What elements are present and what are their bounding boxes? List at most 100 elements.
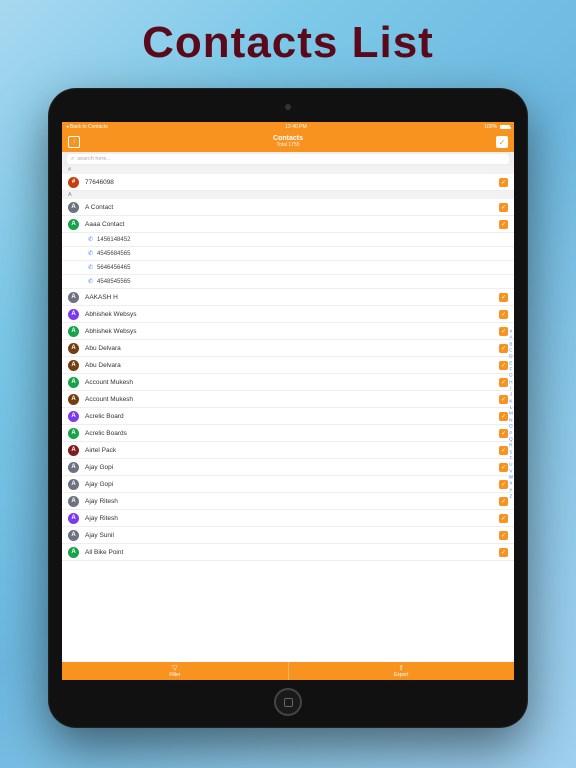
contact-row[interactable]: AAaaa Contact✓ <box>62 216 514 233</box>
index-letter[interactable]: H <box>509 379 513 385</box>
index-letter[interactable]: Q <box>509 436 513 442</box>
index-letter[interactable]: W <box>509 475 513 481</box>
check-icon[interactable]: ✓ <box>499 293 508 302</box>
index-letter[interactable]: X <box>509 481 513 487</box>
nav-subtitle: Total 1755 <box>273 143 303 149</box>
avatar: A <box>68 326 79 337</box>
check-icon[interactable]: ✓ <box>499 446 508 455</box>
phone-row[interactable]: ✆ 1456148452 <box>62 233 514 247</box>
index-letter[interactable]: O <box>509 424 513 430</box>
check-icon[interactable]: ✓ <box>499 480 508 489</box>
contact-name: Abhishek Websys <box>85 328 493 335</box>
contact-name: 77646098 <box>85 179 493 186</box>
contact-row[interactable]: #77646098 ✓ <box>62 174 514 191</box>
check-icon[interactable]: ✓ <box>499 178 508 187</box>
contact-row[interactable]: AAirtel Pack✓ <box>62 442 514 459</box>
filter-icon: ▽ <box>172 665 177 672</box>
search-input[interactable]: ⌕ search here... <box>67 154 509 164</box>
app-screen: ◂ Back to Contacts 12:40 PM 100% ↕ Conta… <box>62 122 514 680</box>
sort-icon: ↕ <box>73 139 76 145</box>
contact-row[interactable]: AA Contact✓ <box>62 199 514 216</box>
contact-row[interactable]: A Abhishek Websys ✓ <box>62 323 514 340</box>
contact-row[interactable]: AAjay Gopi✓ <box>62 476 514 493</box>
index-letter[interactable]: E <box>509 360 513 366</box>
home-button[interactable] <box>274 688 302 716</box>
index-letter[interactable]: S <box>509 449 513 455</box>
check-icon[interactable]: ✓ <box>499 220 508 229</box>
contact-row[interactable]: AAjay Ritesh✓ <box>62 510 514 527</box>
contact-row[interactable]: AAbu Delvara✓ <box>62 357 514 374</box>
status-time: 12:40 PM <box>285 124 306 130</box>
index-letter[interactable]: V <box>509 468 513 474</box>
check-icon[interactable]: ✓ <box>499 548 508 557</box>
contact-row[interactable]: AAccount Mukesh✓ <box>62 391 514 408</box>
contact-row[interactable]: AAcrelic Board✓ <box>62 408 514 425</box>
filter-button[interactable]: ▽ Filter <box>62 662 288 680</box>
contact-row[interactable]: AAjay Ritesh✓ <box>62 493 514 510</box>
contacts-list[interactable]: ##77646098✓AAA Contact✓AAaaa Contact✓✆14… <box>62 166 514 662</box>
index-letter[interactable]: C <box>509 348 513 354</box>
index-letter[interactable]: B <box>509 341 513 347</box>
contact-row[interactable]: AAjay Gopi✓ <box>62 459 514 476</box>
check-icon[interactable]: ✓ <box>499 378 508 387</box>
alpha-index[interactable]: #ABCDEFGHIJKLMNOPQRSTUVWXYZ <box>509 329 513 500</box>
check-icon[interactable]: ✓ <box>499 327 508 336</box>
index-letter[interactable]: J <box>509 392 513 398</box>
index-letter[interactable]: I <box>509 386 513 392</box>
contact-name: Ajay Gopi <box>85 481 493 488</box>
index-letter[interactable]: P <box>509 430 513 436</box>
contact-name: Acrelic Boards <box>85 430 493 437</box>
search-icon: ⌕ <box>71 156 74 163</box>
check-icon[interactable]: ✓ <box>499 531 508 540</box>
index-letter[interactable]: T <box>509 455 513 461</box>
phone-row[interactable]: ✆4548545565 <box>62 275 514 289</box>
check-icon[interactable]: ✓ <box>499 429 508 438</box>
section-header: # <box>62 166 514 174</box>
tablet-frame: ◂ Back to Contacts 12:40 PM 100% ↕ Conta… <box>48 88 528 728</box>
select-all-button[interactable]: ✓ <box>496 136 508 148</box>
export-button[interactable]: ⇪ Export <box>288 662 514 680</box>
index-letter[interactable]: Z <box>509 494 513 500</box>
index-letter[interactable]: K <box>509 398 513 404</box>
sort-button[interactable]: ↕ <box>68 136 80 148</box>
status-bar: ◂ Back to Contacts 12:40 PM 100% <box>62 122 514 132</box>
phone-row[interactable]: ✆5646456465 <box>62 261 514 275</box>
avatar: # <box>68 177 79 188</box>
index-letter[interactable]: # <box>509 329 513 335</box>
index-letter[interactable]: A <box>509 335 513 341</box>
index-letter[interactable]: N <box>509 417 513 423</box>
phone-icon: ✆ <box>88 236 93 243</box>
index-letter[interactable]: D <box>509 354 513 360</box>
check-icon[interactable]: ✓ <box>499 497 508 506</box>
phone-number: 1456148452 <box>97 237 508 243</box>
index-letter[interactable]: U <box>509 462 513 468</box>
avatar: A <box>68 309 79 320</box>
check-icon[interactable]: ✓ <box>499 463 508 472</box>
contact-row[interactable]: AAcrelic Boards✓ <box>62 425 514 442</box>
index-letter[interactable]: L <box>509 405 513 411</box>
check-icon[interactable]: ✓ <box>499 361 508 370</box>
check-icon[interactable]: ✓ <box>499 514 508 523</box>
check-icon[interactable]: ✓ <box>499 395 508 404</box>
index-letter[interactable]: G <box>509 373 513 379</box>
check-icon[interactable]: ✓ <box>499 203 508 212</box>
contact-row[interactable]: AAAKASH H✓ <box>62 289 514 306</box>
check-icon[interactable]: ✓ <box>499 310 508 319</box>
index-letter[interactable]: Y <box>509 487 513 493</box>
contact-name: All Bike Point <box>85 549 493 556</box>
contact-row[interactable]: AAbu Delvara✓ <box>62 340 514 357</box>
contact-row[interactable]: AAccount Mukesh✓ <box>62 374 514 391</box>
search-placeholder: search here... <box>77 156 111 162</box>
avatar: A <box>68 411 79 422</box>
contact-row[interactable]: AAll Bike Point✓ <box>62 544 514 561</box>
index-letter[interactable]: M <box>509 411 513 417</box>
check-icon[interactable]: ✓ <box>499 344 508 353</box>
phone-row[interactable]: ✆4545684565 <box>62 247 514 261</box>
index-letter[interactable]: F <box>509 367 513 373</box>
check-icon[interactable]: ✓ <box>499 412 508 421</box>
contact-row[interactable]: AAjay Sunil✓ <box>62 527 514 544</box>
contact-row[interactable]: AAbhishek Websys✓ <box>62 306 514 323</box>
status-back-link[interactable]: ◂ Back to Contacts <box>66 124 108 130</box>
index-letter[interactable]: R <box>509 443 513 449</box>
phone-icon: ✆ <box>88 278 93 285</box>
